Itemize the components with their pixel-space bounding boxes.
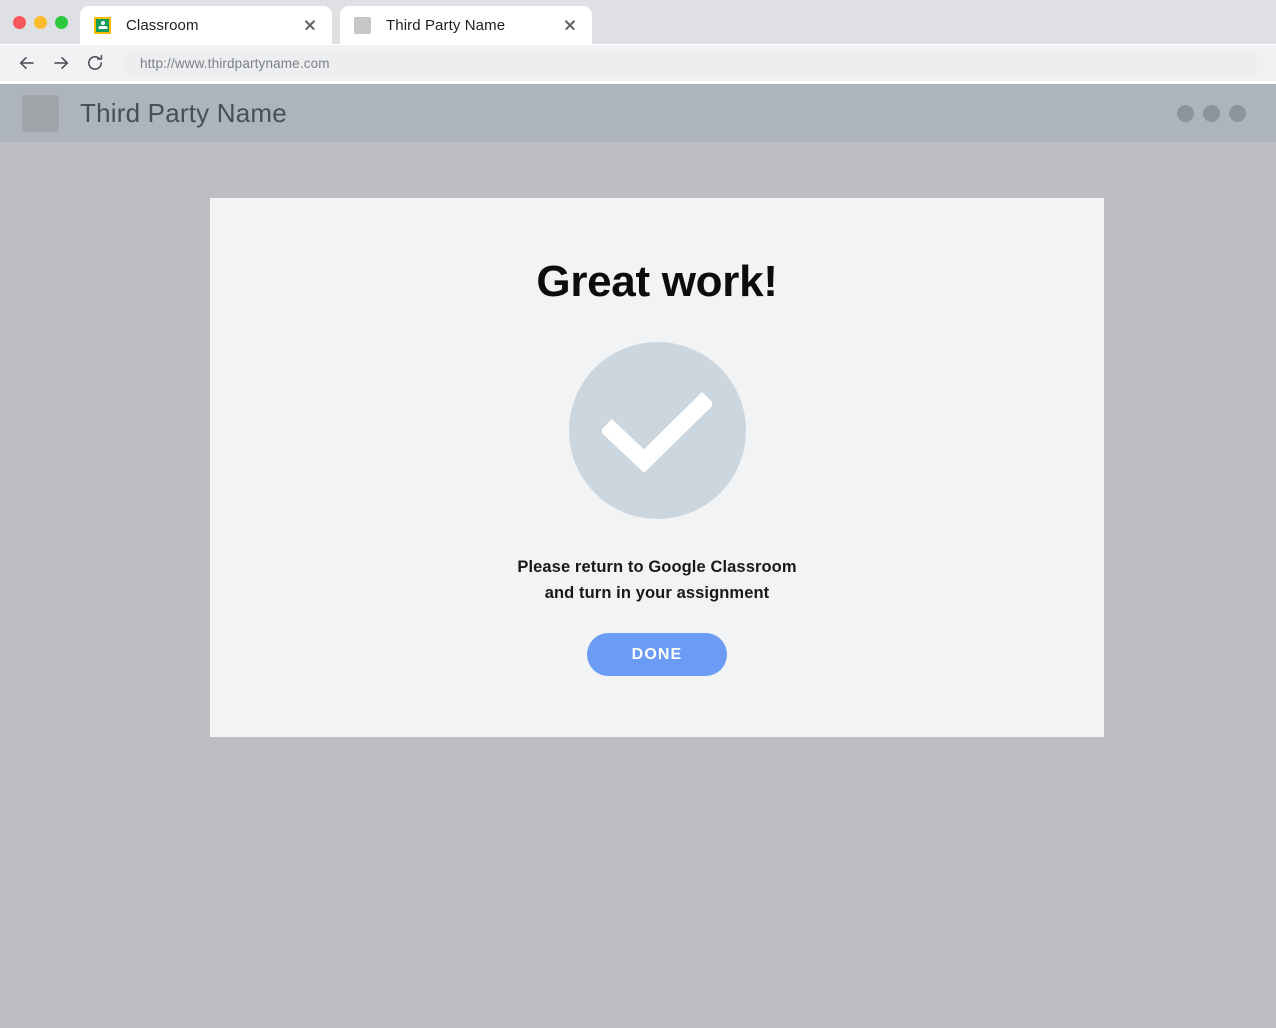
done-button[interactable]: DONE: [587, 633, 727, 676]
address-bar[interactable]: http://www.thirdpartyname.com: [124, 50, 1264, 76]
header-dot-2-icon: [1203, 104, 1220, 122]
page-viewport: Third Party Name Great work! Please retu…: [0, 84, 1276, 1028]
instruction-text: Please return to Google Classroom and tu…: [517, 554, 796, 606]
instruction-line-2: and turn in your assignment: [544, 584, 770, 602]
window-controls: [0, 16, 80, 44]
address-bar-text: http://www.thirdpartyname.com: [140, 55, 330, 71]
tab-strip: Classroom Third Party Name: [0, 0, 1276, 44]
completion-card: Great work! Please return to Google Clas…: [210, 198, 1104, 737]
browser-toolbar: http://www.thirdpartyname.com: [0, 44, 1276, 81]
arrow-left-icon: [19, 57, 34, 69]
check-circle-icon: [568, 342, 746, 519]
reload-icon: [88, 54, 103, 70]
google-classroom-icon: [94, 16, 111, 34]
tab-classroom[interactable]: Classroom: [80, 6, 332, 44]
placeholder-square-icon: [354, 16, 371, 34]
zoom-window-button[interactable]: [55, 16, 68, 29]
reload-button[interactable]: [78, 48, 112, 78]
placeholder-logo-icon: [22, 94, 59, 132]
instruction-line-1: Please return to Google Classroom: [517, 558, 797, 576]
arrow-right-icon: [54, 57, 69, 69]
site-title: Third Party Name: [80, 97, 287, 128]
close-window-button[interactable]: [13, 16, 26, 29]
site-header: Third Party Name: [0, 84, 1276, 142]
forward-button[interactable]: [44, 48, 78, 78]
tab-third-party-name[interactable]: Third Party Name: [340, 6, 592, 44]
minimize-window-button[interactable]: [34, 16, 47, 29]
header-dot-3-icon: [1229, 104, 1246, 122]
header-menu-dots[interactable]: [1177, 104, 1246, 122]
close-tab-classroom-icon[interactable]: [300, 15, 320, 35]
close-tab-third-party-name-icon[interactable]: [560, 15, 580, 35]
page-title: Great work!: [536, 257, 778, 306]
header-dot-1-icon: [1177, 104, 1194, 122]
browser-window: Classroom Third Party Name http://www.th…: [0, 0, 1276, 1028]
tab-title-classroom: Classroom: [126, 16, 199, 34]
tab-title-third-party-name: Third Party Name: [386, 16, 506, 34]
back-button[interactable]: [10, 48, 44, 78]
